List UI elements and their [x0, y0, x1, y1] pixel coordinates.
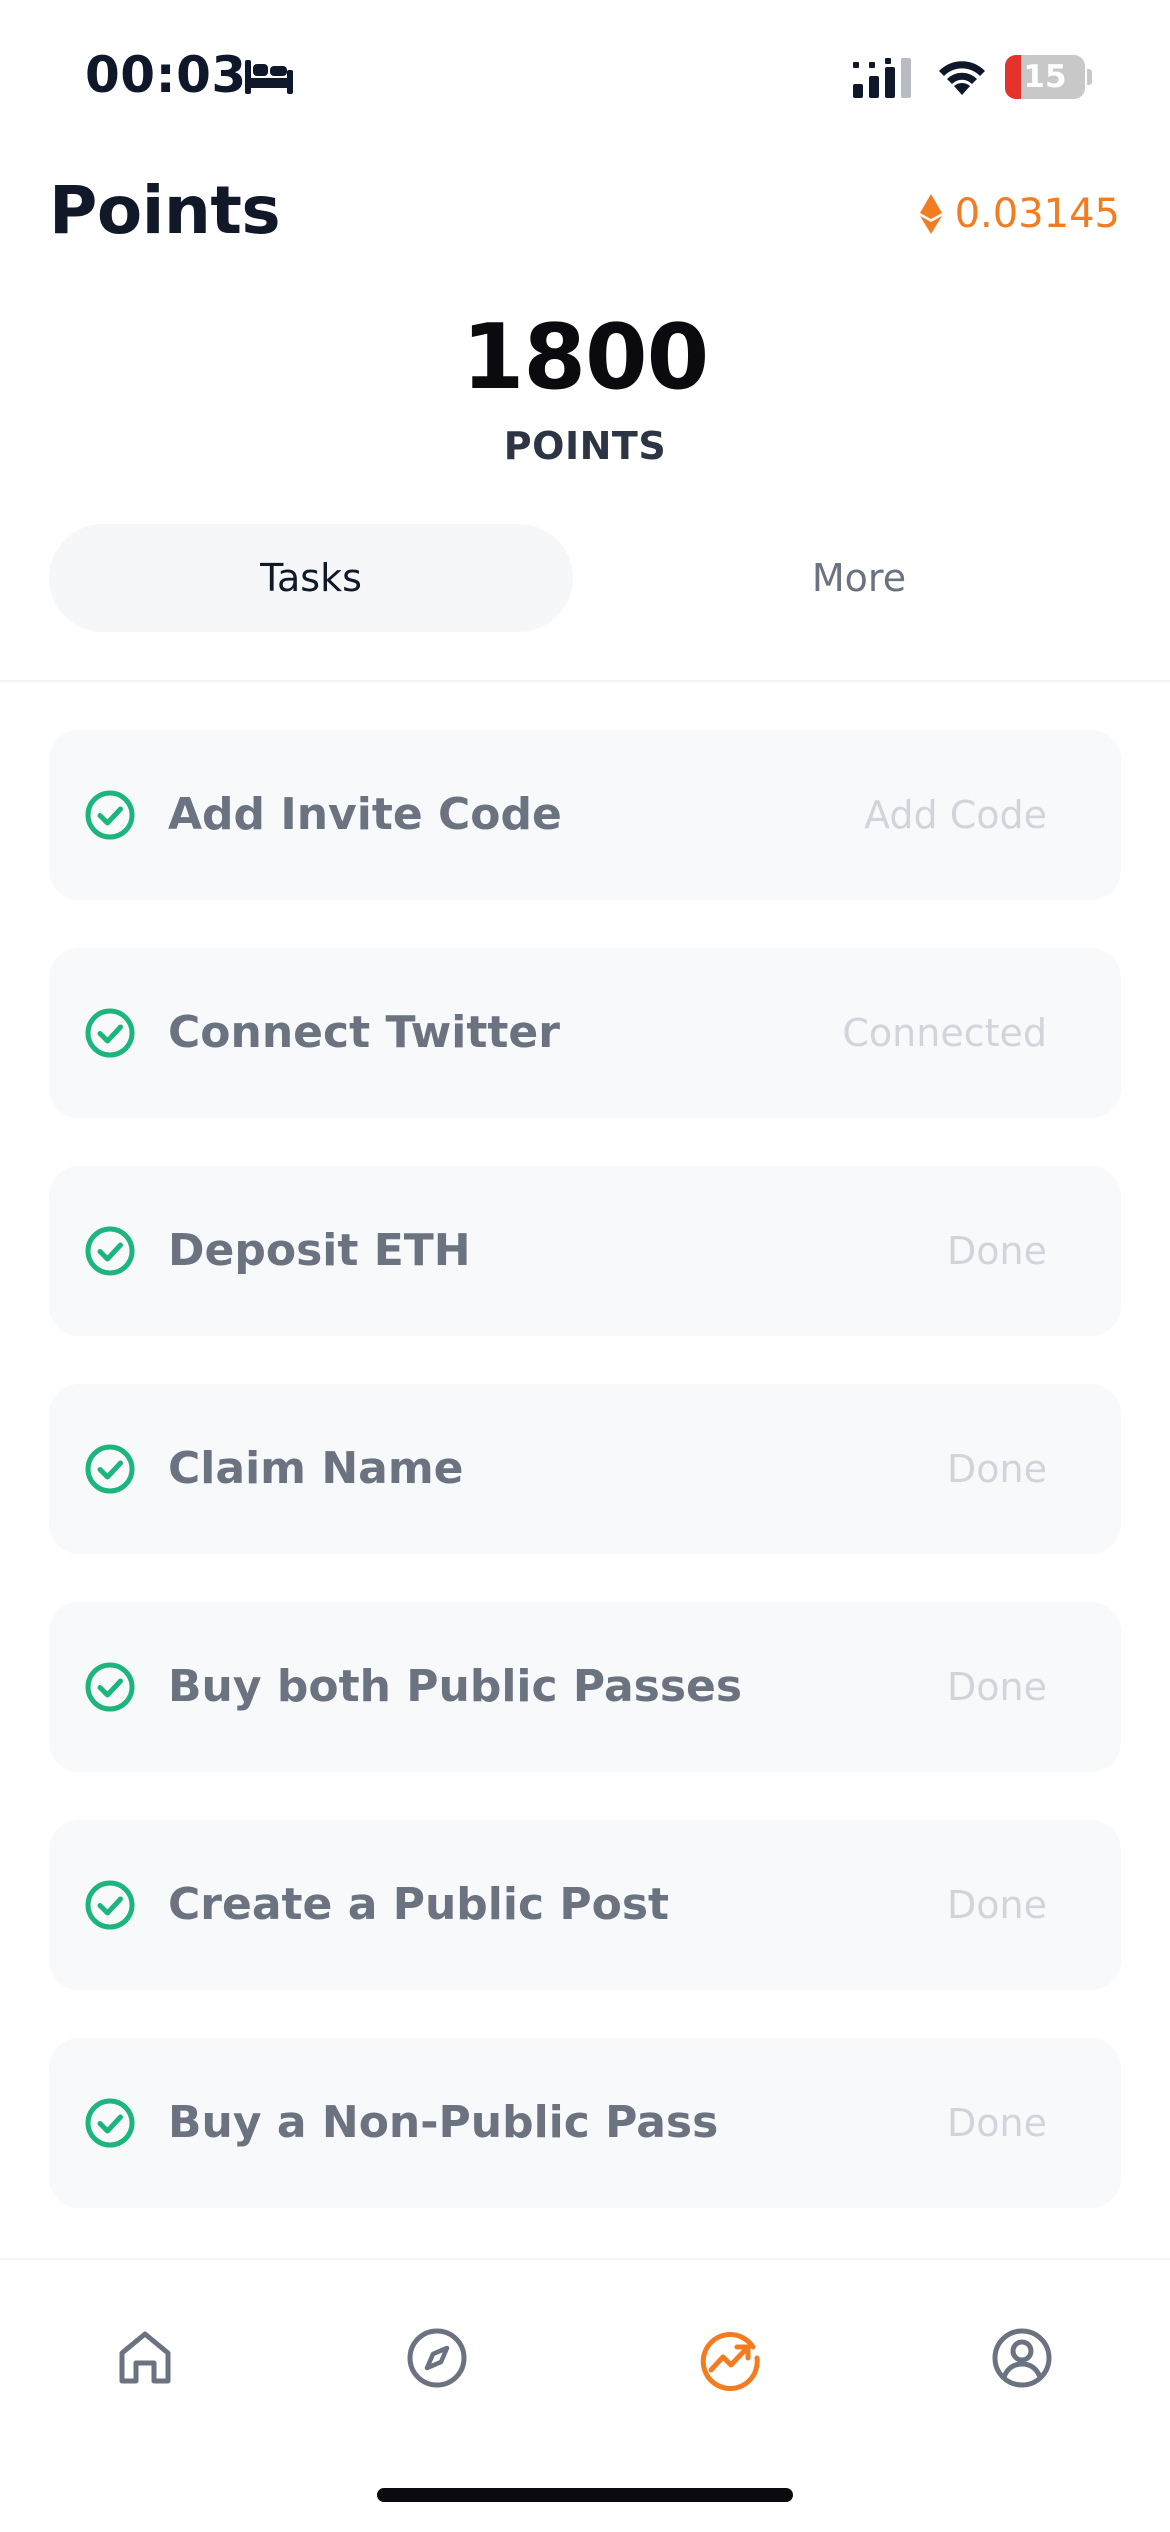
- check-circle-icon: [85, 1226, 135, 1276]
- done-status[interactable]: Done: [947, 2038, 1047, 2208]
- check-circle-icon: [85, 1444, 135, 1494]
- task-deposit-eth[interactable]: Deposit ETH Done: [49, 1166, 1121, 1336]
- done-status[interactable]: Done: [947, 1820, 1047, 1990]
- check-circle-icon: [85, 1008, 135, 1058]
- task-connect-twitter[interactable]: Connect Twitter Connected: [49, 948, 1121, 1118]
- task-label: Create a Public Post: [168, 1879, 670, 1930]
- compass-icon: [407, 2328, 467, 2388]
- points-screen: 00:03 15 Points 0.03145 1800 POINTS Task…: [0, 0, 1170, 2532]
- home-indicator[interactable]: [377, 2488, 793, 2502]
- nav-explore[interactable]: [395, 2316, 479, 2400]
- tab-bar: Tasks More: [49, 524, 1121, 632]
- task-add-invite-code[interactable]: Add Invite Code Add Code: [49, 730, 1121, 900]
- connected-status[interactable]: Connected: [842, 948, 1047, 1118]
- nav-points[interactable]: [688, 2316, 772, 2400]
- check-circle-icon: [85, 790, 135, 840]
- task-label: Buy both Public Passes: [168, 1661, 743, 1712]
- task-label: Add Invite Code: [168, 789, 562, 840]
- home-icon: [119, 2331, 171, 2384]
- eth-balance[interactable]: 0.03145: [919, 190, 1120, 238]
- tab-more[interactable]: More: [597, 524, 1121, 632]
- points-value: 1800: [461, 305, 710, 410]
- task-label: Connect Twitter: [168, 1007, 560, 1058]
- task-label: Buy a Non-Public Pass: [168, 2097, 719, 2148]
- nav-profile[interactable]: [980, 2316, 1064, 2400]
- divider: [0, 680, 1170, 682]
- ethereum-icon: [919, 194, 942, 234]
- tab-tasks[interactable]: Tasks: [49, 524, 573, 632]
- page-title: Points: [49, 172, 281, 249]
- trending-icon: [700, 2332, 760, 2391]
- check-circle-icon: [85, 2098, 135, 2148]
- task-create-public-post[interactable]: Create a Public Post Done: [49, 1820, 1121, 1990]
- battery-level: 15: [1023, 59, 1067, 95]
- check-circle-icon: [85, 1662, 135, 1712]
- battery-icon: 15: [1005, 55, 1092, 99]
- status-bar: 00:03 15: [0, 0, 1170, 150]
- task-buy-non-public-pass[interactable]: Buy a Non-Public Pass Done: [49, 2038, 1121, 2208]
- done-status[interactable]: Done: [947, 1602, 1047, 1772]
- task-buy-public-passes[interactable]: Buy both Public Passes Done: [49, 1602, 1121, 1772]
- done-status[interactable]: Done: [947, 1166, 1047, 1336]
- check-circle-icon: [85, 1880, 135, 1930]
- done-status[interactable]: Done: [947, 1384, 1047, 1554]
- profile-icon: [992, 2328, 1052, 2388]
- sleep-icon: [245, 60, 293, 94]
- signal-icon: [853, 58, 911, 98]
- task-claim-name[interactable]: Claim Name Done: [49, 1384, 1121, 1554]
- wifi-icon: [939, 61, 985, 95]
- task-label: Deposit ETH: [168, 1225, 471, 1276]
- eth-balance-value: 0.03145: [954, 191, 1120, 237]
- status-time: 00:03: [85, 46, 247, 104]
- points-label: POINTS: [503, 424, 667, 468]
- nav-home[interactable]: [103, 2316, 187, 2400]
- add-code-button[interactable]: Add Code: [864, 730, 1047, 900]
- task-label: Claim Name: [168, 1443, 464, 1494]
